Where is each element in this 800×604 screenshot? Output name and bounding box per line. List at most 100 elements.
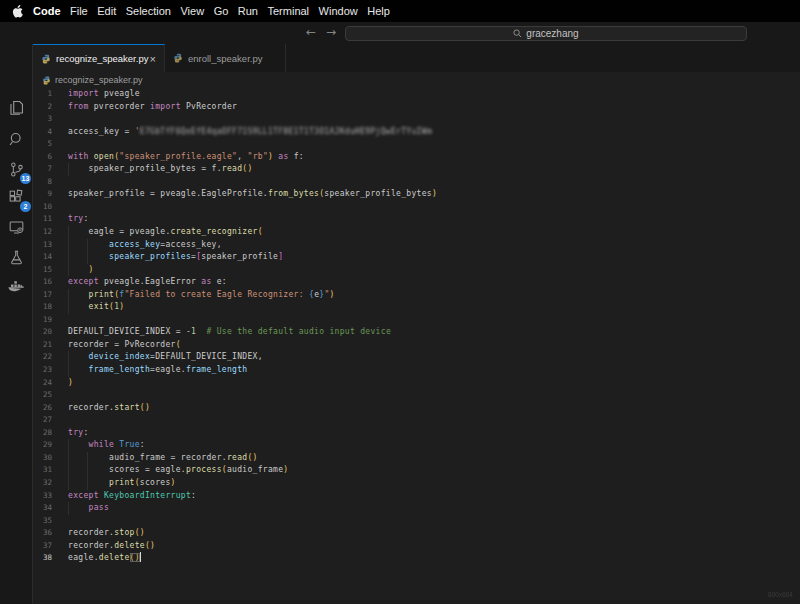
line-number: 7 xyxy=(33,163,52,176)
code-line: 29 while True: xyxy=(33,439,800,452)
line-number: 16 xyxy=(33,276,52,289)
line-number: 20 xyxy=(33,326,52,339)
search-view-icon[interactable] xyxy=(0,126,32,152)
code-line: 17 print(f"Failed to create Eagle Recogn… xyxy=(33,289,800,302)
code-line: 7 speaker_profile_bytes = f.read() xyxy=(33,163,800,176)
code-line: 35 xyxy=(33,515,800,528)
code-line: 20DEFAULT_DEVICE_INDEX = -1 # Use the de… xyxy=(33,326,800,339)
tab-enroll-speaker[interactable]: enroll_speaker.py xyxy=(165,44,286,72)
code-line: 6with open("speaker_profile.eagle", "rb"… xyxy=(33,151,800,164)
code-line: 15 ) xyxy=(33,264,800,277)
line-number: 18 xyxy=(33,301,52,314)
line-number: 30 xyxy=(33,452,52,465)
vscode-window: Code File Edit Selection View Go Run Terminal W… xyxy=(0,0,800,604)
docker-icon[interactable] xyxy=(0,274,32,300)
line-number: 24 xyxy=(33,377,52,390)
python-file-icon xyxy=(173,53,183,63)
vscode-title-bar: ← → gracezhang xyxy=(0,22,800,44)
menu-item-help[interactable]: Help xyxy=(367,5,390,17)
line-number: 10 xyxy=(33,201,52,214)
code-line: 23 frame_length=eagle.frame_length xyxy=(33,364,800,377)
line-number: 26 xyxy=(33,402,52,415)
line-number: 5 xyxy=(33,138,52,151)
remote-explorer-icon[interactable] xyxy=(0,214,32,240)
line-number: 17 xyxy=(33,289,52,302)
menu-item-edit[interactable]: Edit xyxy=(97,5,116,17)
menu-item-view[interactable]: View xyxy=(180,5,204,17)
code-line: 33except KeyboardInterrupt: xyxy=(33,490,800,503)
line-number: 6 xyxy=(33,151,52,164)
menu-item-code[interactable]: Code xyxy=(33,5,61,17)
python-file-icon xyxy=(41,54,51,64)
line-number: 23 xyxy=(33,364,52,377)
code-line: 5 xyxy=(33,138,800,151)
code-line: 25 xyxy=(33,389,800,402)
line-number: 21 xyxy=(33,339,52,352)
line-number: 32 xyxy=(33,477,52,490)
code-line: 30 audio_frame = recorder.read() xyxy=(33,452,800,465)
code-line: 12 eagle = pveagle.create_recognizer( xyxy=(33,226,800,239)
line-number: 34 xyxy=(33,502,52,515)
python-file-icon xyxy=(42,76,51,85)
line-number: 22 xyxy=(33,351,52,364)
menu-item-terminal[interactable]: Terminal xyxy=(268,5,310,17)
nav-back-button[interactable]: ← xyxy=(306,25,316,39)
line-number: 31 xyxy=(33,464,52,477)
code-line: 27 xyxy=(33,414,800,427)
text-cursor xyxy=(140,552,142,562)
menu-item-go[interactable]: Go xyxy=(214,5,229,17)
code-line: 4access_key = 'E7GbTfF6QeEfE4qaOFF71S9LL… xyxy=(33,126,800,139)
tab-bar: recognize_speaker.py × enroll_speaker.py xyxy=(33,44,800,72)
code-line: 38eagle.delete() xyxy=(33,552,800,565)
tab-label: enroll_speaker.py xyxy=(188,53,262,64)
line-number: 25 xyxy=(33,389,52,402)
line-number: 13 xyxy=(33,239,52,252)
code-line: 32 print(scores) xyxy=(33,477,800,490)
nav-forward-button[interactable]: → xyxy=(326,25,336,39)
menu-item-file[interactable]: File xyxy=(70,5,88,17)
line-number: 9 xyxy=(33,188,52,201)
line-number: 4 xyxy=(33,126,52,139)
code-line: 24) xyxy=(33,377,800,390)
code-line: 2from pvrecorder import PvRecorder xyxy=(33,101,800,114)
code-line: 13 access_key=access_key, xyxy=(33,239,800,252)
breadcrumb[interactable]: recognize_speaker.py xyxy=(33,72,800,88)
line-number: 36 xyxy=(33,527,52,540)
menu-item-window[interactable]: Window xyxy=(319,5,358,17)
command-center-search[interactable]: gracezhang xyxy=(345,26,747,41)
testing-icon[interactable] xyxy=(0,244,32,270)
line-number: 3 xyxy=(33,113,52,126)
code-line: 34 pass xyxy=(33,502,800,515)
code-line: 16except pveagle.EagleError as e: xyxy=(33,276,800,289)
source-control-badge: 13 xyxy=(20,173,31,184)
code-line: 14 speaker_profiles=[speaker_profile] xyxy=(33,251,800,264)
line-number: 29 xyxy=(33,439,52,452)
extensions-badge: 2 xyxy=(20,201,31,212)
code-line: 11try: xyxy=(33,213,800,226)
tab-recognize-speaker[interactable]: recognize_speaker.py × xyxy=(33,44,165,72)
line-number: 28 xyxy=(33,427,52,440)
line-number: 2 xyxy=(33,101,52,114)
code-line: 22 device_index=DEFAULT_DEVICE_INDEX, xyxy=(33,351,800,364)
line-number: 33 xyxy=(33,490,52,503)
line-number: 37 xyxy=(33,540,52,553)
menu-item-selection[interactable]: Selection xyxy=(126,5,171,17)
menu-item-run[interactable]: Run xyxy=(238,5,258,17)
code-editor[interactable]: 1import pveagle2from pvrecorder import P… xyxy=(33,88,800,604)
line-number: 35 xyxy=(33,515,52,528)
source-control-icon[interactable]: 13 xyxy=(0,156,32,182)
search-text: gracezhang xyxy=(526,28,578,39)
code-line: 1import pveagle xyxy=(33,88,800,101)
extensions-icon[interactable]: 2 xyxy=(0,184,32,210)
line-number: 11 xyxy=(33,213,52,226)
macos-menu-bar: Code File Edit Selection View Go Run Terminal W… xyxy=(0,0,800,22)
apple-menu-icon[interactable] xyxy=(12,5,23,18)
explorer-icon[interactable] xyxy=(0,94,32,120)
tab-close-icon[interactable]: × xyxy=(150,54,156,64)
code-line: 18 exit(1) xyxy=(33,301,800,314)
code-line: 26recorder.start() xyxy=(33,402,800,415)
line-number: 27 xyxy=(33,414,52,427)
line-number: 1 xyxy=(33,88,52,101)
code-line: 21recorder = PvRecorder( xyxy=(33,339,800,352)
line-number: 38 xyxy=(33,552,52,565)
